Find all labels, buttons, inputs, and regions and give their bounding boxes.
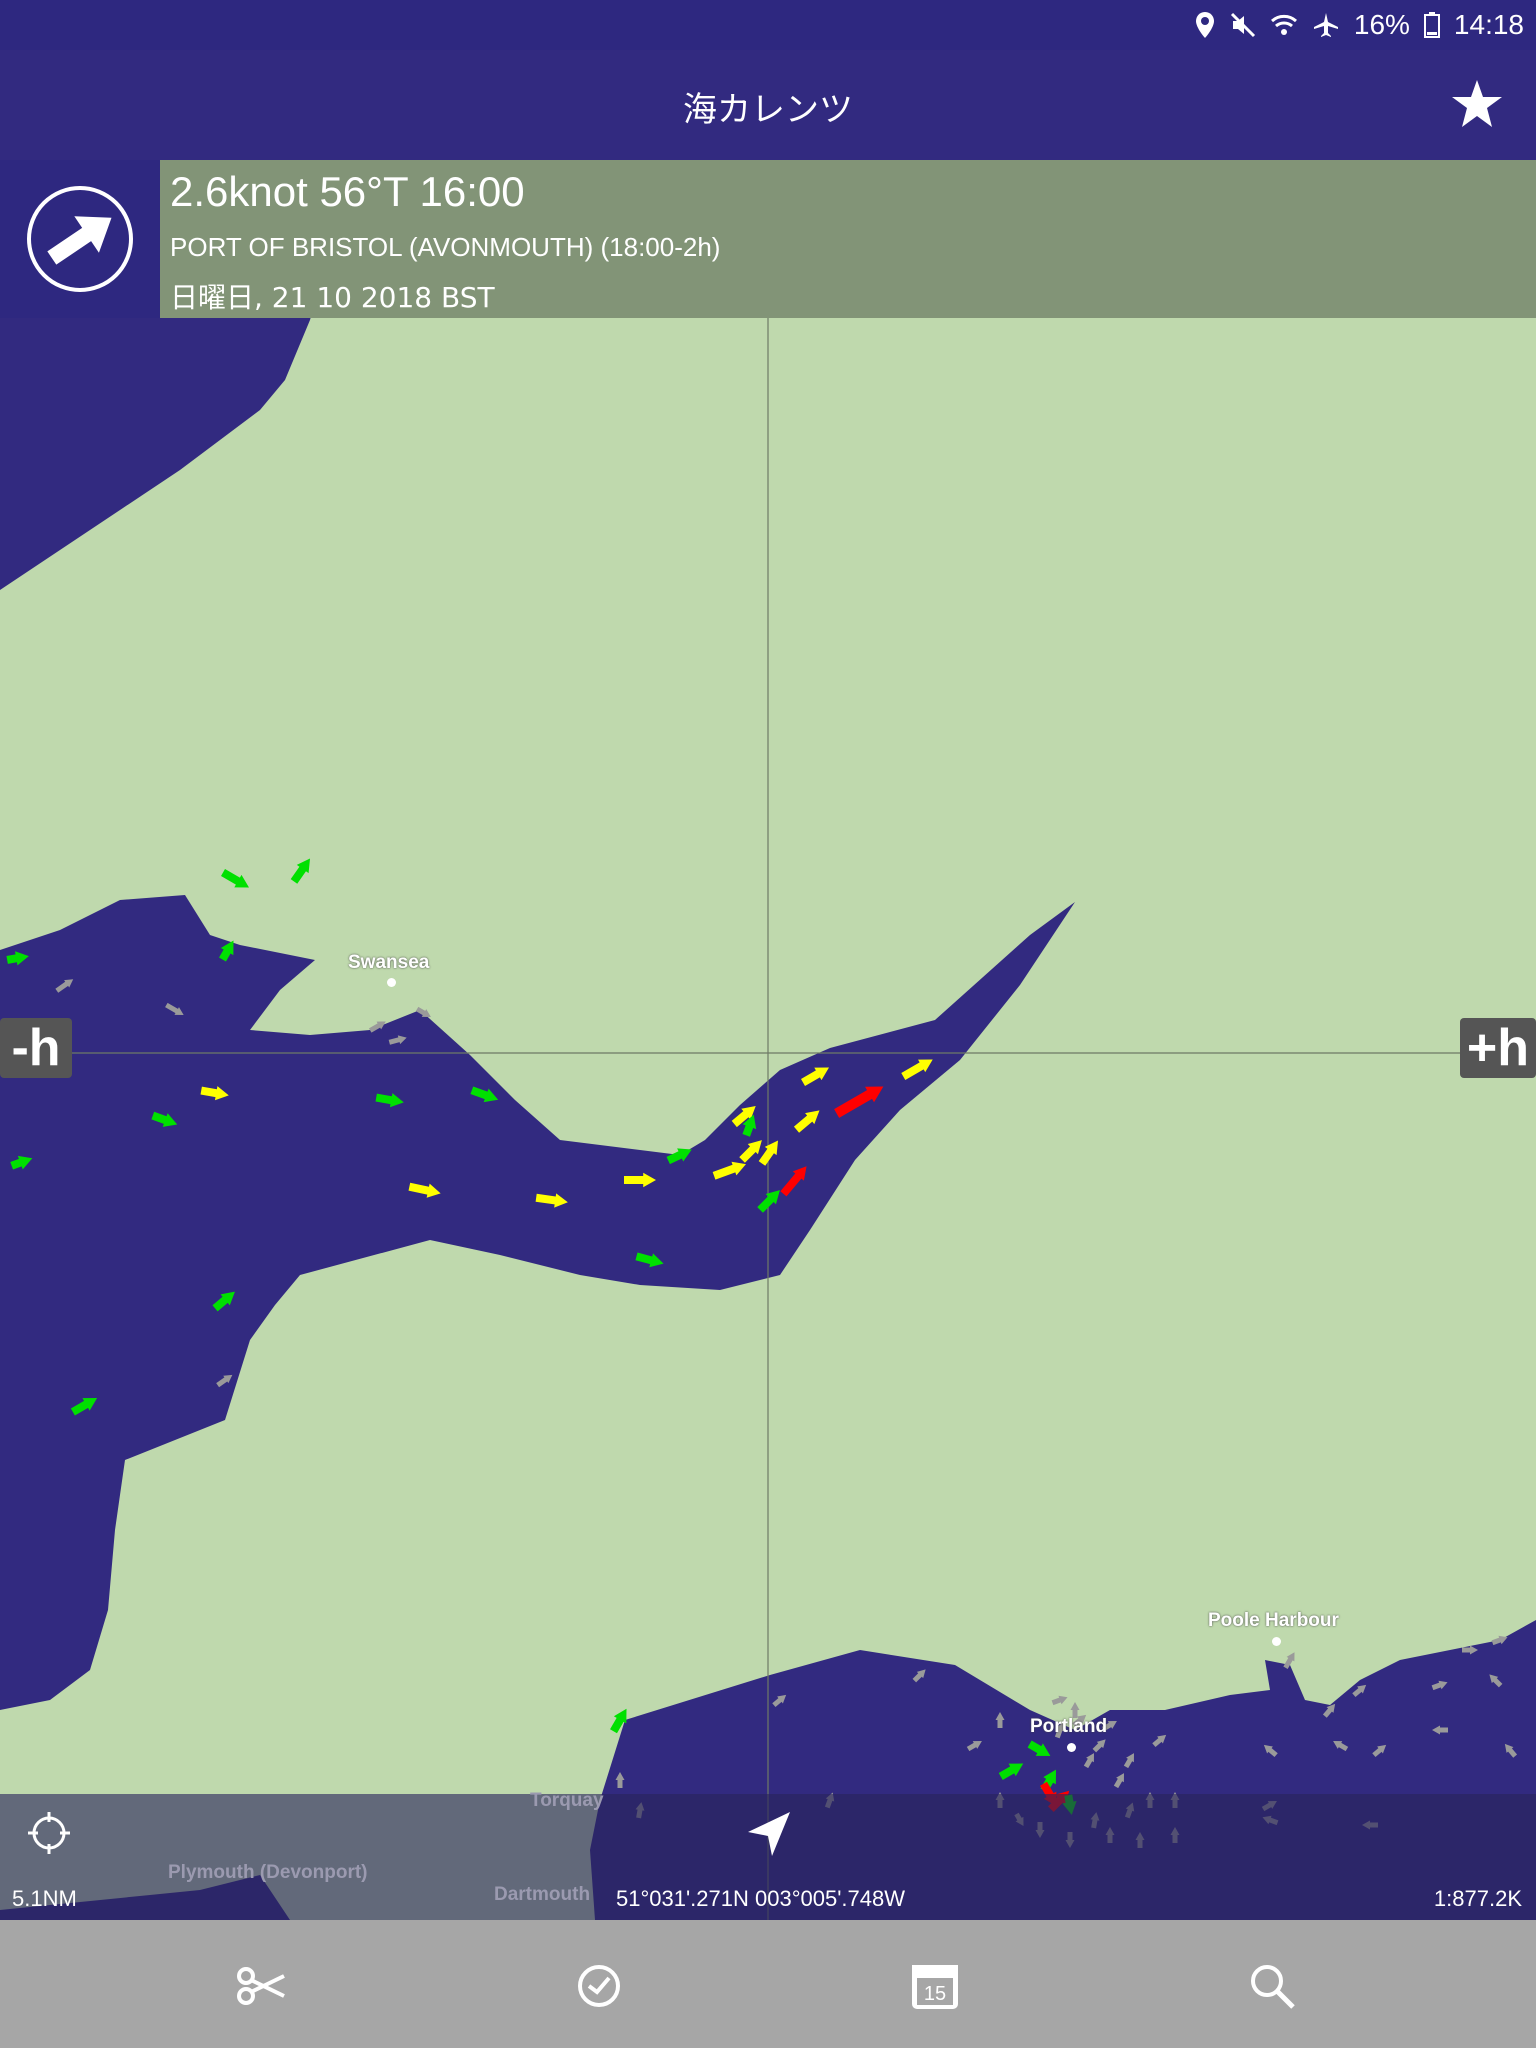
current-arrow <box>1113 1773 1124 1789</box>
current-arrow <box>834 1086 884 1118</box>
current-arrow <box>1083 1753 1094 1769</box>
plus-hour-button[interactable]: +h <box>1460 1018 1536 1078</box>
current-map[interactable]: Swansea Poole Harbour Portland <box>0 160 1536 1920</box>
map-footer: Torquay Plymouth (Devonport) Dartmouth 5… <box>0 1790 1536 1920</box>
current-arrow <box>780 1166 807 1197</box>
reference-station: PORT OF BRISTOL (AVONMOUTH) (18:00-2h) <box>170 232 721 262</box>
current-arrow <box>998 1763 1024 1780</box>
calendar-icon[interactable]: 15 <box>905 1956 965 2016</box>
current-arrow <box>731 1106 756 1128</box>
star-icon[interactable] <box>1450 78 1504 135</box>
calendar-day: 15 <box>924 1983 946 2005</box>
current-arrow <box>10 1155 33 1170</box>
current-arrow <box>1263 1744 1278 1758</box>
cursor-coordinates: 51°031'.271N 003°005'.748W <box>616 1886 905 1911</box>
current-arrow <box>793 1110 820 1133</box>
current-arrow <box>290 858 311 884</box>
current-arrow <box>615 1772 625 1788</box>
scale-distance: 5.1NM <box>12 1886 77 1911</box>
current-arrow <box>901 1059 933 1080</box>
arrow-northeast-icon <box>27 186 133 292</box>
current-arrow <box>624 1172 656 1188</box>
current-arrow <box>1027 1740 1051 1756</box>
current-arrow <box>801 1067 829 1086</box>
status-bar: 16% 14:18 <box>0 0 1536 50</box>
current-arrow <box>1283 1652 1295 1670</box>
current-arrow <box>415 1006 431 1017</box>
current-arrow <box>55 979 74 993</box>
app-title: 海カレンツ <box>683 90 853 130</box>
current-arrow <box>995 1712 1005 1728</box>
clock-icon[interactable] <box>569 1956 629 2016</box>
current-arrow <box>219 940 234 962</box>
current-arrow <box>470 1086 499 1103</box>
current-arrow <box>1372 1744 1387 1758</box>
current-arrow <box>165 1002 184 1015</box>
battery-icon <box>1423 12 1440 38</box>
poole-marker <box>1272 1637 1281 1646</box>
current-arrow <box>216 1374 233 1388</box>
current-arrow <box>1051 1695 1068 1706</box>
swansea-marker <box>387 978 396 987</box>
current-arrow <box>912 1669 926 1683</box>
bottom-toolbar: 15 <box>0 1920 1536 2048</box>
place-poole-harbour[interactable]: Poole Harbour <box>1208 1610 1339 1632</box>
current-arrow <box>70 1398 98 1416</box>
crosshair-locate-icon[interactable] <box>26 1810 72 1861</box>
clock-time: 14:18 <box>1453 9 1524 40</box>
current-arrow <box>6 951 29 966</box>
current-arrow <box>772 1694 787 1708</box>
current-date: 日曜日, 21 10 2018 BST <box>170 281 495 314</box>
current-info-panel: 2.6knot 56°T 16:00 PORT OF BRISTOL (AVON… <box>0 160 1536 318</box>
current-arrow <box>375 1093 404 1108</box>
place-plymouth[interactable]: Plymouth (Devonport) <box>168 1862 368 1884</box>
portland-marker <box>1067 1743 1076 1752</box>
minus-hour-button[interactable]: -h <box>0 1018 72 1078</box>
current-arrow <box>1322 1703 1336 1718</box>
battery-percent: 16% <box>1353 9 1410 40</box>
app-bar: 海カレンツ <box>0 50 1536 160</box>
current-arrow <box>1504 1743 1518 1758</box>
current-arrow <box>151 1111 178 1127</box>
current-arrow <box>1092 1739 1106 1753</box>
location-icon <box>1194 11 1216 39</box>
current-arrow <box>388 1035 407 1045</box>
current-arrow <box>712 1161 746 1180</box>
current-arrow <box>368 1021 386 1033</box>
current-arrow <box>535 1193 568 1208</box>
current-arrow <box>757 1190 780 1213</box>
current-arrow <box>408 1182 441 1198</box>
current-arrow <box>1432 1725 1448 1735</box>
current-arrow <box>1462 1645 1478 1655</box>
direction-box <box>0 160 160 318</box>
wifi-icon <box>1270 13 1298 37</box>
scissors-icon[interactable] <box>232 1956 292 2016</box>
place-dartmouth[interactable]: Dartmouth <box>494 1884 590 1906</box>
current-arrow <box>1491 1635 1508 1646</box>
place-portland[interactable]: Portland <box>1030 1716 1107 1738</box>
place-torquay[interactable]: Torquay <box>530 1790 604 1812</box>
current-arrow <box>666 1148 692 1165</box>
current-arrow <box>212 1291 235 1312</box>
current-arrow <box>635 1252 664 1268</box>
current-arrow <box>966 1741 982 1752</box>
mute-icon <box>1230 12 1256 38</box>
current-arrow <box>200 1086 229 1101</box>
current-speed: 2.6knot 56°T 16:00 <box>170 168 525 215</box>
current-arrow <box>1489 1674 1503 1688</box>
map-scale-ratio: 1:877.2K <box>1433 1886 1522 1911</box>
current-arrow <box>1352 1684 1367 1698</box>
airplane-icon <box>1312 11 1340 39</box>
current-arrows <box>6 858 1518 1848</box>
current-arrow <box>1431 1680 1448 1691</box>
place-swansea[interactable]: Swansea <box>348 952 429 974</box>
current-arrow <box>221 869 249 888</box>
search-icon[interactable] <box>1242 1956 1302 2016</box>
navigation-arrow-icon[interactable] <box>744 1810 794 1865</box>
current-arrow <box>1333 1741 1349 1752</box>
current-arrow <box>610 1708 627 1734</box>
current-arrow <box>1152 1734 1167 1748</box>
current-arrow <box>1123 1753 1134 1769</box>
